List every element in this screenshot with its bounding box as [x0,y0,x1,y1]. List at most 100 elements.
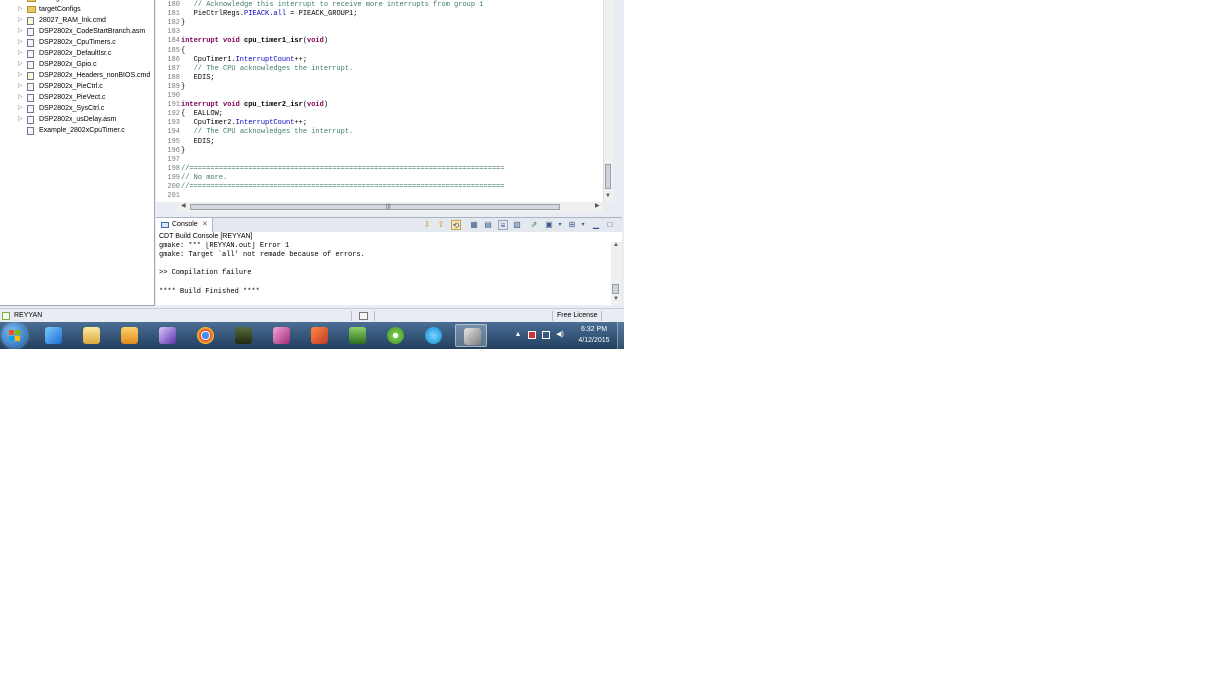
line-number: 192 [167,110,180,119]
console-line: gmake: Target `all' not remade because o… [159,251,365,260]
tree-item[interactable]: ▷ DSP2802x_CpuTimers.c [0,37,154,48]
taskbar-button[interactable] [37,324,69,347]
action-center-icon[interactable] [528,331,536,339]
scroll-up-arrow-icon[interactable]: ▲ [613,242,619,248]
new-console-icon[interactable]: ⊞ [567,220,577,230]
chevron-down-icon[interactable]: ▾ [578,220,588,230]
status-divider [601,311,602,321]
scroll-left-arrow-icon[interactable]: ◀ [181,202,186,209]
tree-item[interactable]: ▷ DSP2802x_PieCtrl.c [0,81,154,92]
close-icon[interactable]: ✕ [202,218,208,232]
editor-horizontal-scrollbar[interactable]: ◀ ||| ▶ [178,202,603,212]
chevron-down-icon[interactable]: ▾ [555,220,565,230]
code-line: 182} [156,19,603,28]
taskbar-button[interactable] [417,324,449,347]
console-title: CDT Build Console [REYYAN] [159,233,253,240]
scroll-up-icon[interactable]: ⇧ [436,220,446,230]
expand-arrow-icon[interactable]: ▷ [18,92,23,103]
status-bar: REYYAN Free License [0,308,624,323]
code-editor[interactable]: 180 // Acknowledge this interrupt to rec… [156,0,603,202]
scroll-down-arrow-icon[interactable]: ▼ [613,296,619,302]
start-button[interactable] [2,323,27,348]
network-icon[interactable] [542,331,550,339]
code-token: interrupt void [181,37,240,46]
remove-console-icon[interactable]: ▧ [512,220,522,230]
expand-arrow-icon[interactable]: ▷ [18,103,23,114]
taskbar-button[interactable] [455,324,487,347]
expand-arrow-icon[interactable]: ▷ [18,15,23,26]
console-scroll-thumb[interactable] [612,284,619,294]
taskbar-button[interactable] [379,324,411,347]
show-hidden-icons-icon[interactable]: ▲ [514,331,522,339]
taskbar-button[interactable] [151,324,183,347]
expand-arrow-icon[interactable]: ▷ [18,4,23,15]
scroll-lock-icon[interactable]: ⟲ [451,220,461,230]
virtualbox-icon [464,328,481,345]
word-wrap-icon[interactable]: ≡ [498,220,508,230]
expand-arrow-icon[interactable]: ▷ [18,114,23,125]
taskbar-button[interactable] [113,324,145,347]
heap-status-icon[interactable] [359,312,368,320]
expand-arrow-icon[interactable]: ▷ [18,81,23,92]
tree-item[interactable]: ▷ DSP2802x_DefaultIsr.c [0,48,154,59]
tree-item[interactable]: ▷ DSP2802x_usDelay.asm [0,114,154,125]
taskbar-button[interactable] [75,324,107,347]
tree-item[interactable]: ▷ DSP2802x_Gpio.c [0,59,154,70]
console-vertical-scrollbar[interactable]: ▲ ▼ [611,242,621,305]
volume-icon[interactable]: ◀) [556,331,564,339]
editor-horizontal-scroll-thumb[interactable]: ||| [190,204,560,210]
expand-arrow-icon[interactable]: ▷ [18,70,23,81]
clock-date[interactable]: 4/12/2015 [576,337,612,344]
code-token: ++; [294,55,308,64]
scroll-down-icon[interactable]: ⇩ [422,220,432,230]
code-token: PieCtrlRegs. [181,10,245,19]
taskbar-button[interactable] [227,324,259,347]
scroll-right-arrow-icon[interactable]: ▶ [595,202,600,209]
status-divider [552,311,553,321]
editor-vertical-scrollbar[interactable]: ▼ [603,0,613,202]
status-divider [374,311,375,321]
tree-item[interactable]: ▷ DSP2802x_SysCtrl.c [0,103,154,114]
code-token: ) [323,101,329,110]
open-console-icon[interactable]: ⇗ [529,220,539,230]
tab-console[interactable]: Console ✕ [156,218,213,232]
code-text: { EALLOW; [181,110,223,119]
editor-vertical-scroll-thumb[interactable] [605,164,611,189]
expand-arrow-icon[interactable]: ▷ [18,48,23,59]
line-number: 190 [167,92,180,100]
minimize-icon[interactable]: ▁ [591,220,601,230]
clock-time[interactable]: 6:32 PM [576,326,612,333]
expand-arrow-icon[interactable]: ▷ [18,37,23,48]
pin-console-icon[interactable]: ▤ [483,220,493,230]
tree-item[interactable]: Example_2802xCpuTimer.c [0,125,154,136]
code-text: interrupt void cpu_timer1_isr(void) [181,37,328,46]
code-text: } [181,147,185,156]
code-token: // The CPU acknowledges the interrupt. [193,128,354,137]
taskbar-button[interactable] [265,324,297,347]
code-text: // The CPU acknowledges the interrupt. [181,128,354,137]
code-token: //======================================… [181,183,505,191]
code-text: //======================================… [181,165,504,174]
clear-console-icon[interactable]: ▦ [469,220,479,230]
code-text: // Acknowledge this interrupt to receive… [181,1,484,10]
code-text: PieCtrlRegs.PIEACK.all = PIEACK_GROUP1; [181,10,358,19]
tree-item[interactable]: ▷ 28027_RAM_lnk.cmd [0,15,154,26]
console-output[interactable]: gmake: *** [REYYAN.out] Error 1 gmake: Ta… [156,242,611,305]
display-console-icon[interactable]: ▣ [544,220,554,230]
code-line: 191 interrupt void cpu_timer2_isr(void) [156,101,603,110]
line-number: 181 [167,10,180,19]
tree-item[interactable]: ▷ DSP2802x_Headers_nonBIOS.cmd [0,70,154,81]
expand-arrow-icon[interactable]: ▷ [18,26,23,37]
tree-item[interactable]: ▷ targetConfigs [0,4,154,15]
expand-arrow-icon[interactable]: ▷ [18,59,23,70]
show-desktop-button[interactable] [617,322,624,349]
maximize-icon[interactable]: □ [605,220,615,230]
tree-item[interactable]: ▷ DSP2802x_PieVect.c [0,92,154,103]
tree-item[interactable]: ▷ DSP2802x_CodeStartBranch.asm [0,26,154,37]
code-token: cpu_timer1_isr [244,37,303,46]
scroll-down-arrow-icon[interactable]: ▼ [605,193,611,199]
taskbar-button[interactable] [303,324,335,347]
taskbar-button[interactable] [341,324,373,347]
line-number: 182 [167,19,180,28]
taskbar-button[interactable] [189,324,221,347]
